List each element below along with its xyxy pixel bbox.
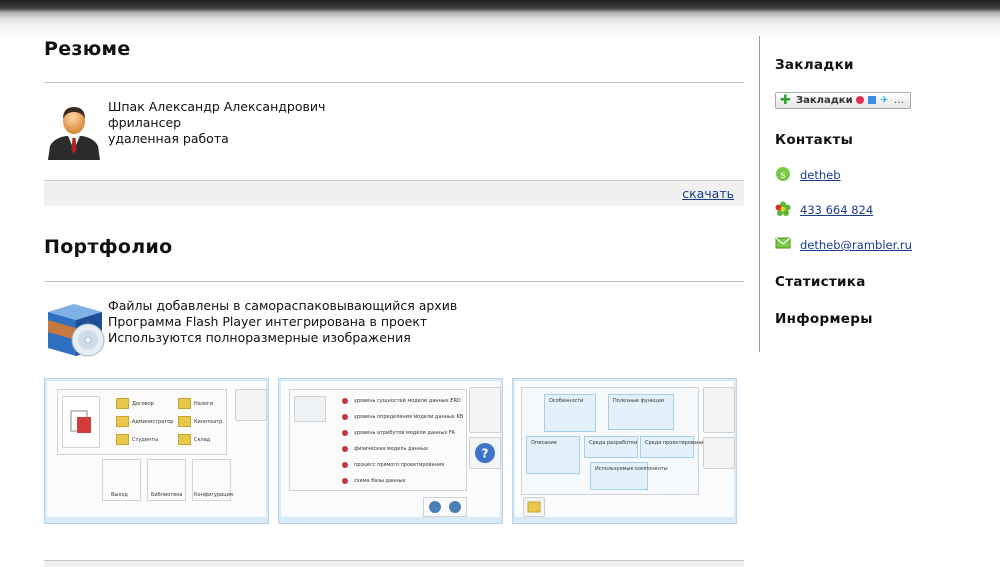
resume-role: фрилансер bbox=[108, 115, 182, 130]
bookmarks-title: Закладки bbox=[775, 57, 854, 73]
portfolio-line-2: Программа Flash Player интегрирована в п… bbox=[108, 314, 428, 329]
statistics-title: Статистика bbox=[775, 274, 866, 290]
folder-item[interactable]: Администратор bbox=[116, 416, 173, 427]
model-item[interactable]: уровень определения модели данных KB bbox=[354, 414, 463, 420]
twitter-icon: ✈ bbox=[880, 95, 889, 106]
download-link[interactable]: скачать bbox=[682, 186, 734, 201]
thumbnail-3-screen: Особенности Полезные функции Описание Ср… bbox=[515, 381, 735, 517]
folder-item[interactable]: Склад bbox=[178, 434, 210, 445]
model-item[interactable]: схема базы данных bbox=[354, 478, 406, 484]
folder-icon bbox=[116, 416, 129, 427]
resume-divider bbox=[44, 82, 744, 83]
bullet-icon bbox=[342, 398, 348, 404]
folder-icon bbox=[116, 434, 129, 445]
print-pdf-icon[interactable] bbox=[703, 387, 735, 433]
exit-button[interactable]: Выход bbox=[102, 459, 141, 501]
folder-item[interactable]: Договор bbox=[116, 398, 154, 409]
notes-panel: Особенности Полезные функции Описание Ср… bbox=[521, 387, 706, 495]
service-icon bbox=[856, 96, 864, 104]
pdf-doc-icon bbox=[62, 396, 100, 448]
folder-item[interactable]: Кинотеатр bbox=[178, 416, 222, 427]
help-icon[interactable]: ? bbox=[469, 437, 501, 469]
svg-text:?: ? bbox=[482, 447, 489, 461]
bullet-icon bbox=[342, 430, 348, 436]
print-pdf-icon[interactable] bbox=[469, 387, 501, 433]
folder-item[interactable]: Студенты bbox=[116, 434, 158, 445]
form-preview-icon bbox=[294, 396, 326, 422]
note-card: Особенности bbox=[544, 394, 596, 432]
bottom-bar bbox=[44, 561, 744, 567]
bullet-icon bbox=[342, 414, 348, 420]
note-card: Используемые компоненты bbox=[590, 462, 668, 490]
thumbnail-2-screen: уровень сущностей модели данных ERD уров… bbox=[281, 381, 501, 517]
note-card: Среда разработки bbox=[584, 436, 638, 458]
software-box-icon bbox=[44, 298, 106, 360]
model-item[interactable]: процесс прямого проектирования bbox=[354, 462, 444, 468]
exit-label: Выход bbox=[111, 492, 128, 498]
sidebar-divider bbox=[759, 36, 760, 352]
folder-icon bbox=[178, 416, 191, 427]
navigation-buttons bbox=[423, 497, 467, 517]
library-label: Библиотека bbox=[151, 492, 183, 498]
download-bar: скачать bbox=[44, 180, 744, 206]
contacts-title: Контакты bbox=[775, 132, 854, 148]
portfolio-thumbnails: Договор Администратор Студенты Налоги Ки… bbox=[44, 378, 744, 524]
service-icon bbox=[868, 96, 876, 104]
bookmarks-button-label: Закладки bbox=[796, 95, 853, 106]
note-card: Описание bbox=[526, 436, 580, 474]
icq-link[interactable]: 433 664 824 bbox=[800, 203, 873, 217]
bullet-icon bbox=[342, 462, 348, 468]
note-card: Полезные функции bbox=[608, 394, 674, 430]
folders-panel: Договор Администратор Студенты Налоги Ки… bbox=[57, 389, 227, 455]
portfolio-thumbnail-2[interactable]: уровень сущностей модели данных ERD уров… bbox=[278, 378, 503, 524]
email-envelope-icon bbox=[775, 237, 791, 249]
icq-flower-icon bbox=[775, 201, 791, 216]
portfolio-title: Портфолио bbox=[44, 236, 173, 258]
configuration-button[interactable]: Конфигурация bbox=[192, 459, 233, 501]
resume-title: Резюме bbox=[44, 38, 131, 60]
folder-icon[interactable] bbox=[523, 497, 545, 517]
more-icon: … bbox=[894, 95, 904, 106]
user-avatar-icon bbox=[44, 98, 104, 160]
model-item[interactable]: физическая модель данных bbox=[354, 446, 428, 452]
model-item[interactable]: уровень атрибутов модели данных FA bbox=[354, 430, 455, 436]
document-icon[interactable] bbox=[703, 437, 735, 469]
skype-icon: s bbox=[776, 167, 790, 181]
library-button[interactable]: Библиотека bbox=[147, 459, 186, 501]
folder-icon bbox=[116, 398, 129, 409]
svg-text:s: s bbox=[780, 170, 785, 181]
informers-title: Информеры bbox=[775, 311, 873, 327]
plus-icon: ✚ bbox=[780, 93, 791, 108]
portfolio-line-3: Используются полноразмерные изображения bbox=[108, 330, 411, 345]
folder-icon bbox=[178, 398, 191, 409]
resume-name: Шпак Александр Александрович bbox=[108, 99, 326, 114]
portfolio-line-1: Файлы добавлены в самораспаковывающийся … bbox=[108, 298, 458, 313]
resume-work-type: удаленная работа bbox=[108, 131, 229, 146]
bullet-icon bbox=[342, 478, 348, 484]
folder-icon bbox=[178, 434, 191, 445]
portfolio-divider bbox=[44, 281, 744, 282]
bookmarks-button[interactable]: ✚ Закладки ✈ … bbox=[775, 92, 911, 109]
email-link[interactable]: detheb@rambler.ru bbox=[800, 238, 912, 252]
portfolio-thumbnail-1[interactable]: Договор Администратор Студенты Налоги Ки… bbox=[44, 378, 269, 524]
thumbnail-1-screen: Договор Администратор Студенты Налоги Ки… bbox=[47, 381, 267, 517]
note-card: Среда проектирования bbox=[640, 436, 706, 458]
model-item[interactable]: уровень сущностей модели данных ERD bbox=[354, 398, 461, 404]
configuration-label: Конфигурация bbox=[194, 492, 233, 498]
top-header-bar bbox=[0, 0, 1000, 42]
portfolio-thumbnail-3[interactable]: Особенности Полезные функции Описание Ср… bbox=[512, 378, 737, 524]
skype-link[interactable]: detheb bbox=[800, 168, 841, 182]
folder-item[interactable]: Налоги bbox=[178, 398, 213, 409]
print-icon[interactable] bbox=[235, 389, 267, 421]
bullet-icon bbox=[342, 446, 348, 452]
data-model-panel: уровень сущностей модели данных ERD уров… bbox=[289, 389, 467, 491]
